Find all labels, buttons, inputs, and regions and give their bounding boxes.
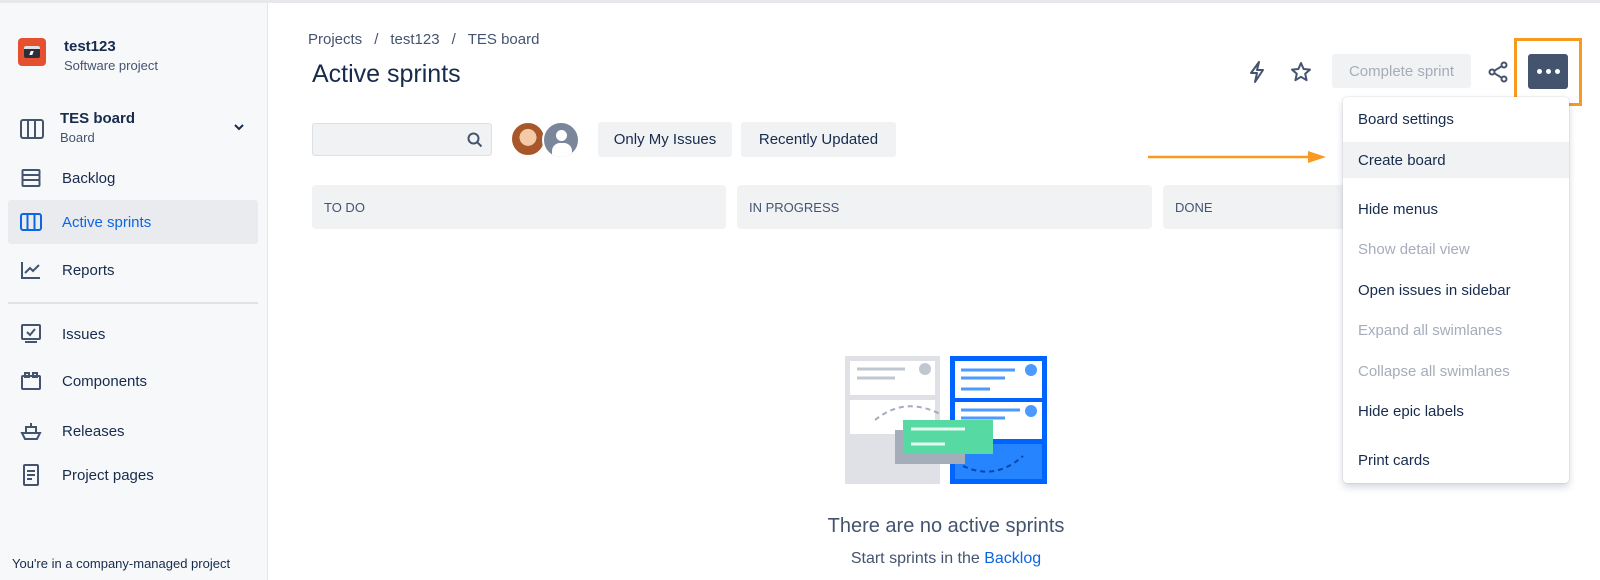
breadcrumb-projects[interactable]: Projects bbox=[308, 31, 362, 48]
menu-item-show-detail-view[interactable]: Show detail view bbox=[1343, 231, 1569, 267]
sidebar-item-active-sprints[interactable]: Active sprints bbox=[8, 200, 258, 244]
board-actions-menu: Board settings Create board Hide menus S… bbox=[1343, 97, 1569, 483]
sidebar-item-issues[interactable]: Issues bbox=[8, 312, 258, 356]
ship-icon bbox=[20, 420, 42, 442]
menu-item-print-cards[interactable]: Print cards bbox=[1343, 442, 1569, 478]
empty-state-subtitle-text: Start sprints in the bbox=[850, 550, 980, 567]
project-type: Software project bbox=[64, 58, 158, 73]
menu-item-hide-epic-labels[interactable]: Hide epic labels bbox=[1343, 393, 1569, 429]
breadcrumb-separator: / bbox=[374, 31, 379, 48]
sidebar-item-label: Releases bbox=[62, 422, 125, 440]
menu-item-expand-all-swimlanes[interactable]: Expand all swimlanes bbox=[1343, 312, 1569, 348]
search-icon bbox=[467, 132, 483, 148]
column-header-in-progress: IN PROGRESS bbox=[737, 185, 1152, 229]
sidebar-item-label: Active sprints bbox=[62, 213, 152, 231]
sidebar-item-label: Backlog bbox=[62, 169, 116, 187]
sidebar: test123 Software project TES board Board… bbox=[0, 3, 268, 580]
column-header-done: DONE bbox=[1163, 185, 1353, 229]
board-name: TES board bbox=[60, 110, 136, 127]
avatar[interactable] bbox=[510, 121, 546, 157]
unassigned-avatar[interactable] bbox=[542, 121, 580, 159]
complete-sprint-button[interactable]: Complete sprint bbox=[1332, 54, 1471, 88]
recently-updated-filter[interactable]: Recently Updated bbox=[741, 122, 896, 157]
breadcrumb: Projects / test123 / TES board bbox=[308, 31, 539, 48]
menu-item-open-issues-in-sidebar[interactable]: Open issues in sidebar bbox=[1343, 272, 1569, 308]
chart-line-icon bbox=[20, 259, 42, 281]
backlog-link[interactable]: Backlog bbox=[984, 550, 1041, 567]
menu-item-create-board[interactable]: Create board bbox=[1343, 142, 1569, 178]
sidebar-item-label: Project pages bbox=[62, 466, 154, 484]
only-my-issues-filter[interactable]: Only My Issues bbox=[598, 122, 732, 157]
empty-board-illustration bbox=[845, 356, 1047, 484]
share-icon[interactable] bbox=[1486, 60, 1510, 84]
sidebar-item-releases[interactable]: Releases bbox=[8, 409, 258, 453]
sidebar-item-label: Components bbox=[62, 372, 148, 390]
lightning-icon[interactable] bbox=[1245, 60, 1269, 84]
empty-state-title: There are no active sprints bbox=[827, 515, 1065, 537]
project-header[interactable]: test123 Software project bbox=[18, 38, 158, 73]
sidebar-item-backlog[interactable]: Backlog bbox=[8, 156, 258, 200]
star-icon[interactable] bbox=[1289, 60, 1313, 84]
ellipsis-icon bbox=[1536, 69, 1542, 74]
project-avatar-icon bbox=[18, 38, 46, 66]
issues-icon bbox=[20, 323, 42, 345]
sidebar-item-label: Reports bbox=[62, 261, 115, 279]
sidebar-divider bbox=[8, 302, 258, 304]
breadcrumb-project[interactable]: test123 bbox=[390, 31, 439, 48]
column-header-todo: TO DO bbox=[312, 185, 726, 229]
sidebar-footer: You're in a company-managed project bbox=[12, 556, 231, 571]
sidebar-item-components[interactable]: Components bbox=[8, 359, 258, 403]
project-name: test123 bbox=[64, 38, 116, 55]
sidebar-item-project-pages[interactable]: Project pages bbox=[8, 453, 258, 497]
components-icon bbox=[20, 370, 42, 392]
annotation-arrow-icon bbox=[1148, 151, 1326, 163]
page-title: Active sprints bbox=[312, 60, 461, 88]
page-icon bbox=[20, 464, 42, 486]
breadcrumb-board[interactable]: TES board bbox=[468, 31, 540, 48]
board-selector[interactable]: TES board Board bbox=[20, 110, 252, 150]
menu-item-board-settings[interactable]: Board settings bbox=[1343, 101, 1569, 137]
board-subtitle: Board bbox=[60, 130, 95, 145]
sidebar-item-label: Issues bbox=[62, 325, 106, 343]
more-actions-button[interactable] bbox=[1528, 54, 1568, 89]
board-icon bbox=[20, 119, 44, 139]
breadcrumb-separator: / bbox=[451, 31, 456, 48]
board-columns-icon bbox=[20, 211, 42, 233]
menu-item-hide-menus[interactable]: Hide menus bbox=[1343, 191, 1569, 227]
menu-item-collapse-all-swimlanes[interactable]: Collapse all swimlanes bbox=[1343, 353, 1569, 389]
backlog-icon bbox=[20, 167, 42, 189]
chevron-down-icon[interactable] bbox=[232, 120, 246, 134]
sidebar-item-reports[interactable]: Reports bbox=[8, 248, 258, 292]
search-input[interactable] bbox=[312, 123, 492, 156]
empty-state-subtitle: Start sprints in the Backlog bbox=[800, 550, 1092, 568]
